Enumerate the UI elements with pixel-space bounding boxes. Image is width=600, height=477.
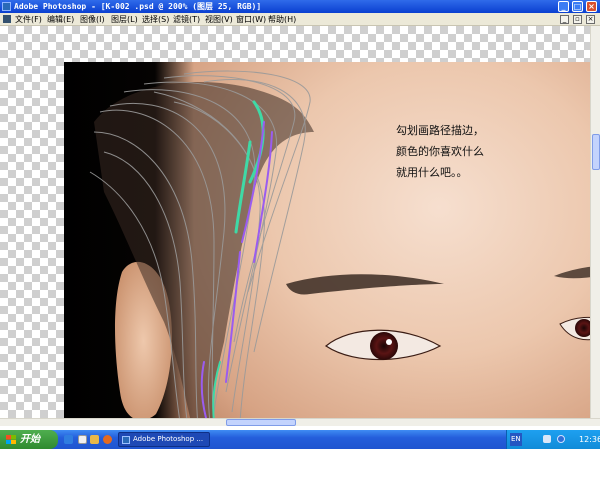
menu-select[interactable]: 选择(S) [142, 13, 169, 26]
ie-icon[interactable] [64, 435, 73, 444]
title-bar: Adobe Photoshop - [K-002 .psd @ 200% (图层… [0, 0, 600, 13]
horizontal-scroll-thumb[interactable] [226, 419, 296, 426]
menu-bar: 文件(F) 编辑(E) 图像(I) 图层(L) 选择(S) 滤镜(T) 视图(V… [0, 13, 600, 26]
menu-edit[interactable]: 编辑(E) [47, 13, 74, 26]
photoshop-icon [2, 2, 11, 11]
close-button[interactable]: × [586, 1, 597, 12]
firefox-icon[interactable] [103, 435, 112, 444]
document-icon [3, 15, 11, 23]
menu-help[interactable]: 帮助(H) [268, 13, 296, 26]
portrait-artwork [89, 70, 600, 426]
annotation-line: 就用什么吧。。 [396, 166, 468, 179]
minimize-button[interactable]: _ [558, 1, 569, 12]
window-title: Adobe Photoshop - [K-002 .psd @ 200% (图层… [14, 2, 262, 11]
menu-filter[interactable]: 滤镜(T) [173, 13, 200, 26]
task-label: Adobe Photoshop ... [133, 435, 204, 443]
start-label: 开始 [20, 434, 40, 445]
doc-minimize-button[interactable]: _ [560, 15, 569, 24]
menu-window[interactable]: 窗口(W) [236, 13, 266, 26]
document-canvas[interactable]: 勾划画路径描边， 颜色的你喜欢什么 就用什么吧。。 [0, 26, 600, 426]
annotation-line: 勾划画路径描边， [396, 124, 484, 137]
doc-restore-button[interactable]: ▫ [573, 15, 582, 24]
menu-layer[interactable]: 图层(L) [111, 13, 138, 26]
taskbar: 开始 Adobe Photoshop ... EN 12:36 [0, 430, 600, 449]
network-icon[interactable] [543, 435, 551, 443]
language-indicator[interactable]: EN [510, 433, 522, 446]
desktop-icon[interactable] [90, 435, 99, 444]
clock: 12:36 [579, 435, 600, 444]
maximize-button[interactable]: □ [572, 1, 583, 12]
pupil-highlight [386, 339, 392, 345]
volume-icon[interactable] [557, 435, 565, 443]
start-button[interactable]: 开始 [0, 430, 58, 449]
annotation-text: 勾划画路径描边， 颜色的你喜欢什么 就用什么吧。。 [396, 120, 484, 183]
vertical-scroll-thumb[interactable] [592, 134, 600, 170]
horizontal-scrollbar[interactable] [0, 418, 600, 426]
media-player-icon[interactable] [78, 435, 87, 444]
windows-logo-icon [6, 435, 16, 444]
annotation-line: 颜色的你喜欢什么 [396, 145, 484, 158]
menu-file[interactable]: 文件(F) [15, 13, 42, 26]
photoshop-icon [122, 436, 130, 444]
eyebrow [286, 274, 444, 295]
taskbar-photoshop-button[interactable]: Adobe Photoshop ... [118, 432, 210, 447]
vertical-scrollbar[interactable] [590, 26, 600, 426]
menu-image[interactable]: 图像(I) [80, 13, 105, 26]
iris [370, 332, 398, 360]
menu-view[interactable]: 视图(V) [205, 13, 233, 26]
portrait-image [64, 62, 600, 426]
system-tray: EN 12:36 [506, 430, 600, 449]
doc-close-button[interactable]: × [586, 15, 595, 24]
